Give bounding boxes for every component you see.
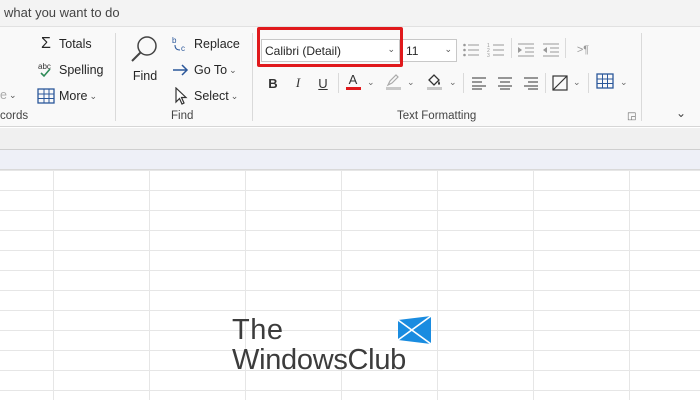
select-label: Select (194, 89, 229, 103)
divider (511, 38, 512, 58)
group-separator (641, 33, 642, 121)
svg-text:b: b (172, 36, 177, 45)
font-size-value: 11 (406, 43, 419, 58)
bold-glyph: B (268, 75, 278, 91)
replace-label: Replace (194, 37, 240, 51)
numbering-icon[interactable]: 123 (485, 39, 507, 61)
font-color-glyph: A (348, 72, 358, 87)
watermark-line2: WindowsClub (232, 344, 406, 376)
decrease-indent-icon[interactable] (540, 39, 562, 61)
divider (338, 73, 339, 93)
bold-button[interactable]: B (262, 72, 284, 94)
chevron-down-icon: ⌄ (444, 44, 452, 54)
rtl-paragraph-icon[interactable]: >¶ (570, 39, 596, 61)
rtl-glyph: >¶ (576, 44, 590, 56)
windows-logo-icon (398, 316, 431, 344)
column-header-row (0, 150, 700, 170)
watermark-line1: The (232, 314, 284, 346)
increase-indent-icon[interactable] (515, 39, 537, 61)
font-size-combo[interactable]: 11 ⌄ (402, 39, 457, 62)
totals-button[interactable]: Σ Totals (37, 35, 92, 53)
chevron-down-icon[interactable]: ⌄ (407, 77, 415, 88)
find-button[interactable]: Find (128, 33, 162, 83)
formula-band (0, 128, 700, 150)
tell-me-bar[interactable]: what you want to do (0, 0, 700, 27)
italic-button[interactable]: I (287, 72, 309, 94)
highlight-color-bar (385, 86, 401, 90)
records-partial-item[interactable]: e ⌄ (0, 88, 17, 102)
chevron-down-icon[interactable]: ⌄ (573, 77, 581, 88)
divider (565, 38, 566, 58)
chevron-down-icon[interactable]: ⌄ (620, 77, 628, 88)
align-right-icon[interactable] (520, 72, 542, 94)
tell-me-text: what you want to do (4, 5, 120, 20)
gridlines-icon[interactable] (594, 70, 616, 92)
fill-color-bar (426, 86, 442, 90)
records-group-label: cords (0, 110, 29, 122)
chevron-down-icon: ⌄ (8, 89, 17, 100)
italic-glyph: I (295, 75, 301, 90)
spelling-button[interactable]: abc Spelling (37, 61, 103, 79)
more-button[interactable]: More ⌄ (37, 87, 97, 105)
divider (463, 73, 464, 93)
align-center-icon[interactable] (494, 72, 516, 94)
font-name-highlight (257, 27, 403, 67)
windowsclub-watermark: The WindowsClub (232, 314, 437, 380)
find-label: Find (132, 69, 158, 83)
paint-bucket-icon (428, 73, 440, 86)
grid-icon (37, 87, 55, 105)
sigma-icon: Σ (41, 35, 51, 52)
underline-glyph: U (318, 75, 328, 91)
goto-label: Go To (194, 63, 228, 77)
partial-glyph: e (0, 88, 7, 102)
goto-button[interactable]: Go To ⌄ (172, 61, 237, 79)
underline-button[interactable]: U (312, 72, 334, 94)
chevron-down-icon: ⌄ (229, 64, 237, 75)
spelling-label: Spelling (59, 63, 104, 77)
replace-icon: bc (172, 35, 190, 53)
more-label: More (59, 89, 88, 103)
collapse-ribbon-chevron-icon[interactable]: ⌄ (670, 102, 692, 124)
select-button[interactable]: Select ⌄ (172, 87, 238, 105)
font-color-bar (345, 87, 361, 90)
highlight-color-button[interactable] (382, 70, 404, 92)
svg-text:c: c (181, 44, 185, 53)
fill-color-button[interactable] (423, 70, 445, 92)
cursor-icon (172, 87, 190, 105)
highlighter-icon (386, 73, 399, 86)
magnifier-icon (131, 36, 157, 62)
dialog-launcher-icon[interactable]: ◲ (627, 111, 636, 122)
totals-label: Totals (59, 37, 92, 51)
find-group-label: Find (171, 110, 194, 122)
divider (588, 73, 589, 93)
group-separator (115, 33, 116, 121)
replace-button[interactable]: bc Replace (172, 35, 240, 53)
chevron-down-icon[interactable]: ⌄ (449, 77, 457, 88)
chevron-down-icon: ⌄ (230, 90, 239, 101)
svg-text:3: 3 (487, 53, 490, 58)
align-left-icon[interactable] (468, 72, 490, 94)
spelling-check-icon: abc (37, 61, 55, 79)
divider (545, 73, 546, 93)
font-color-button[interactable]: A (342, 70, 364, 92)
alternate-row-color-icon[interactable] (549, 72, 571, 94)
arrow-right-icon (172, 61, 190, 79)
group-separator (252, 33, 253, 121)
text-formatting-group-label: Text Formatting (397, 110, 477, 122)
bullets-icon[interactable] (460, 39, 482, 61)
chevron-down-icon: ⌄ (89, 90, 98, 101)
chevron-down-icon[interactable]: ⌄ (367, 77, 375, 88)
